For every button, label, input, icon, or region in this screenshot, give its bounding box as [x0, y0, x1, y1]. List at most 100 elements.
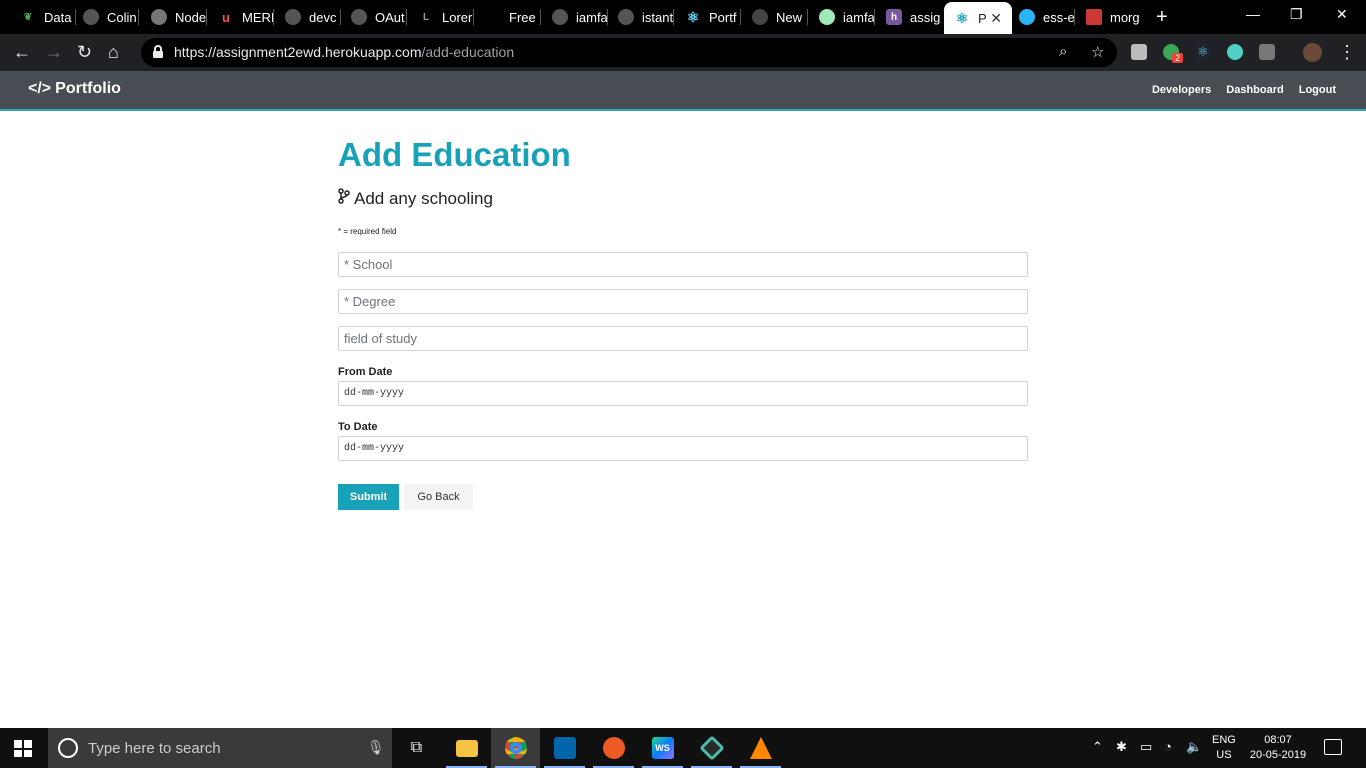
browser-tab[interactable]: ess-e	[1013, 6, 1075, 28]
clock-time: 08:07	[1264, 734, 1292, 746]
bookmark-star-icon[interactable]: ☆	[1091, 43, 1104, 61]
github-icon	[285, 9, 301, 25]
browser-tab[interactable]: Node	[145, 6, 207, 28]
webstorm-icon[interactable]: WS	[638, 728, 687, 768]
add-education-form: Add Education Add any schooling * = requ…	[338, 136, 1028, 510]
home-icon[interactable]: ⌂	[108, 42, 119, 62]
back-icon[interactable]: ←	[13, 42, 31, 62]
browser-tab[interactable]: morg	[1080, 6, 1142, 28]
close-window-icon[interactable]: ✕	[1336, 6, 1348, 23]
browser-tab[interactable]: istant	[612, 6, 674, 28]
tab-title: morg	[1110, 9, 1140, 25]
browser-tab[interactable]: u MERI	[212, 6, 274, 28]
browser-tab[interactable]: Free	[479, 6, 541, 28]
windows-start-icon[interactable]	[14, 740, 32, 757]
nav-link-logout[interactable]: Logout	[1299, 84, 1336, 96]
browser-tab[interactable]: ❦ Data	[14, 6, 76, 28]
taskbar-search[interactable]: Type here to search 🎙	[48, 728, 392, 768]
to-date-label: To Date	[338, 421, 378, 433]
lead-text: Add any schooling	[354, 188, 493, 208]
tab-title: New	[776, 9, 803, 25]
tab-title: OAut	[375, 9, 405, 25]
tab-title: P	[978, 10, 987, 26]
react-devtools-icon[interactable]: ⚛	[1195, 44, 1211, 60]
npm-icon	[1086, 9, 1102, 25]
tab-title: iamfa	[843, 9, 875, 25]
forward-icon[interactable]: →	[45, 42, 63, 62]
chevron-up-icon[interactable]: ⌃	[1092, 739, 1103, 755]
nav-link-dashboard[interactable]: Dashboard	[1226, 84, 1283, 96]
minimize-icon[interactable]: —	[1246, 6, 1260, 22]
file-explorer-icon[interactable]	[442, 728, 491, 768]
submit-button[interactable]: Submit	[338, 484, 399, 510]
github-icon	[552, 9, 568, 25]
tab-title: Lorer	[442, 9, 473, 25]
wifi-icon[interactable]: ◔	[1164, 739, 1172, 754]
nav-links: Developers Dashboard Logout	[1152, 84, 1336, 96]
reload-icon[interactable]: ↻	[77, 42, 92, 62]
new-tab-button[interactable]: +	[1156, 6, 1168, 28]
react-icon: ⚛	[686, 8, 700, 25]
brand-link[interactable]: </> Portfolio	[28, 80, 121, 98]
lorem-icon: L	[422, 11, 430, 23]
browser-tab-active[interactable]: ⚛ P ✕	[944, 2, 1012, 34]
page-title: Add Education	[338, 136, 571, 173]
browser-tab[interactable]: devc	[279, 6, 341, 28]
battery-icon[interactable]: ▭	[1140, 739, 1152, 755]
extension-icon[interactable]	[1131, 44, 1147, 60]
browser-tab[interactable]: New	[746, 6, 808, 28]
volume-icon[interactable]: 🔈	[1186, 739, 1202, 755]
search-placeholder: Type here to search	[88, 740, 221, 757]
nav-link-developers[interactable]: Developers	[1152, 84, 1211, 96]
menu-kebab-icon[interactable]: ⋮	[1338, 42, 1356, 62]
address-bar[interactable]: https://assignment2ewd.herokuapp.com/add…	[141, 38, 1117, 67]
tab-title: Data	[44, 9, 72, 25]
codesandbox-icon	[819, 9, 835, 25]
github-icon	[752, 9, 768, 25]
degree-input[interactable]: * Degree	[338, 289, 1028, 314]
language-indicator[interactable]: ENG US	[1212, 733, 1236, 763]
lang-region: US	[1216, 749, 1232, 761]
tab-title: Free	[509, 9, 536, 25]
extension-icon[interactable]	[1259, 44, 1275, 60]
task-view-icon[interactable]: ⧉	[392, 728, 441, 768]
lang-code: ENG	[1212, 734, 1236, 746]
browser-tab[interactable]: ⚛ Portf	[679, 6, 741, 28]
browser-tab[interactable]: iamfa	[546, 6, 608, 28]
windows-taskbar: Type here to search 🎙 ⧉ WS ⌃ ✱ ▭ ◔ 🔈 ENG…	[0, 728, 1366, 768]
taskbar-clock[interactable]: 08:07 20-05-2019	[1246, 733, 1310, 763]
github-icon	[351, 9, 367, 25]
close-tab-icon[interactable]: ✕	[990, 10, 1002, 27]
restore-icon[interactable]: ❐	[1290, 6, 1303, 23]
bluetooth-icon[interactable]: ✱	[1116, 739, 1127, 755]
microphone-icon[interactable]: 🎙	[367, 739, 385, 756]
school-input[interactable]: * School	[338, 252, 1028, 277]
vscode-icon[interactable]	[540, 728, 589, 768]
lock-icon	[153, 45, 163, 58]
browser-tab[interactable]: h assig	[880, 6, 942, 28]
site-navbar: </> Portfolio Developers Dashboard Logou…	[0, 71, 1366, 111]
extension-icon[interactable]	[1227, 44, 1243, 60]
to-date-input[interactable]: dd-mm-yyyy	[338, 436, 1028, 461]
gitkraken-icon[interactable]	[687, 728, 736, 768]
url-text[interactable]: https://assignment2ewd.herokuapp.com/add…	[174, 44, 514, 60]
notification-icon[interactable]	[1324, 739, 1342, 755]
tab-title: MERI	[242, 9, 274, 25]
from-date-input[interactable]: dd-mm-yyyy	[338, 381, 1028, 406]
postman-icon[interactable]	[589, 728, 638, 768]
go-back-button[interactable]: Go Back	[404, 484, 473, 510]
browser-tab[interactable]: Colin	[77, 6, 139, 28]
browser-tab[interactable]: OAut	[345, 6, 407, 28]
required-note: * = required field	[338, 227, 397, 236]
tab-title: ess-e	[1043, 9, 1075, 25]
vlc-icon[interactable]	[736, 728, 785, 768]
zoom-icon[interactable]: ⌕	[1059, 43, 1067, 60]
browser-tab[interactable]: iamfa	[813, 6, 875, 28]
browser-tab[interactable]: L Lorer	[412, 6, 474, 28]
avatar[interactable]	[1303, 43, 1322, 62]
clock-date: 20-05-2019	[1249, 749, 1307, 761]
chrome-icon[interactable]	[491, 728, 540, 768]
github-icon	[618, 9, 634, 25]
field-of-study-input[interactable]: field of study	[338, 326, 1028, 351]
github-icon	[83, 9, 99, 25]
